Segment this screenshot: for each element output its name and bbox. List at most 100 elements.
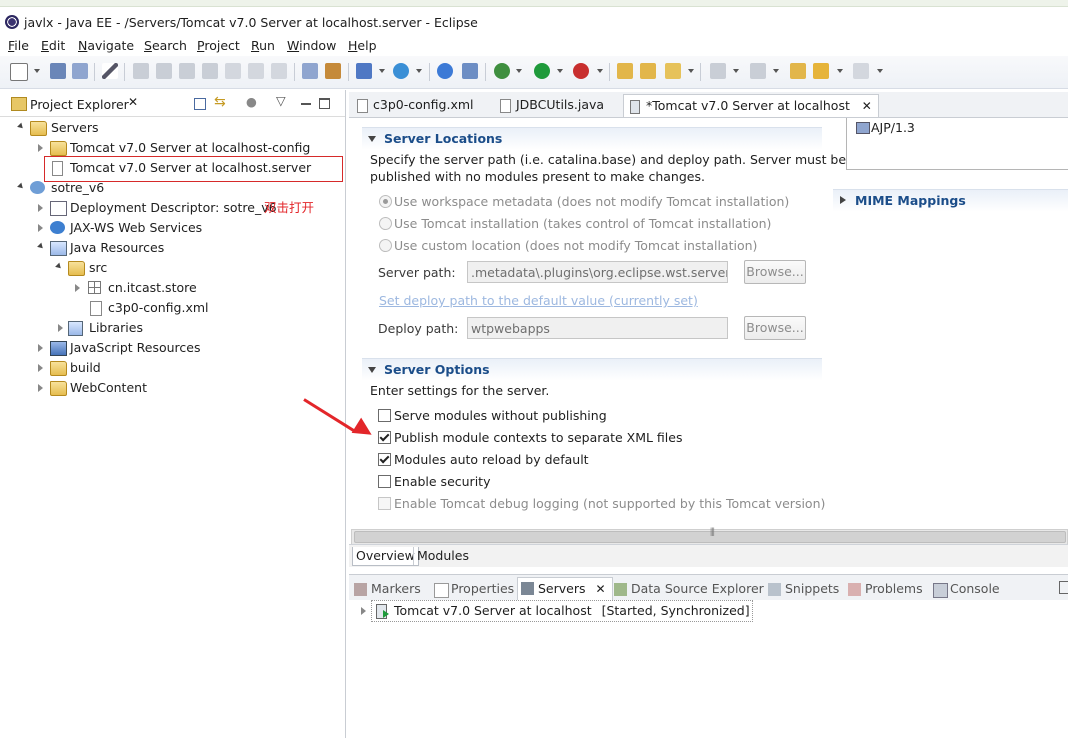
expanded-icon[interactable]	[55, 262, 63, 271]
external-tools-icon[interactable]	[573, 63, 589, 79]
open-task-icon[interactable]	[640, 63, 656, 79]
disconnect-icon[interactable]	[202, 63, 218, 79]
back-dropdown-icon[interactable]	[837, 69, 843, 73]
collapsed-icon[interactable]	[361, 607, 366, 615]
terminate-icon[interactable]	[179, 63, 195, 79]
close-icon[interactable]: ✕	[596, 582, 606, 596]
project-explorer-title[interactable]: Project Explorer	[30, 97, 129, 112]
section-mime-mappings[interactable]: MIME Mappings	[833, 189, 1068, 212]
run-dropdown-icon[interactable]	[557, 69, 563, 73]
run-icon[interactable]	[534, 63, 550, 79]
debug-icon[interactable]	[494, 63, 510, 79]
collapsed-icon[interactable]	[38, 364, 43, 372]
collapsed-icon[interactable]	[38, 204, 43, 212]
forward-icon[interactable]	[853, 63, 869, 79]
forward-dropdown-icon[interactable]	[877, 69, 883, 73]
tab-snippets[interactable]: Snippets	[765, 579, 839, 599]
use-step-filters-icon[interactable]	[302, 63, 318, 79]
web-service-dropdown-icon[interactable]	[416, 69, 422, 73]
collapse-all-icon[interactable]	[194, 98, 206, 110]
tab-c3p0-config[interactable]: c3p0-config.xml	[351, 94, 480, 116]
expanded-icon[interactable]	[17, 182, 25, 191]
view-menu-icon[interactable]	[1059, 581, 1068, 594]
tab-modules[interactable]: Modules	[413, 547, 472, 565]
view-menu-icon[interactable]: ▽	[276, 93, 286, 108]
tree-item-servers[interactable]: Servers	[0, 118, 345, 138]
tree-item-libraries[interactable]: Libraries	[0, 318, 345, 338]
new-dropdown-icon[interactable]	[34, 69, 40, 73]
menu-search[interactable]: Search	[144, 38, 187, 53]
tab-jdbcutils[interactable]: JDBCUtils.java	[494, 94, 610, 116]
tree-item-webcontent[interactable]: WebContent	[0, 378, 345, 398]
debug-dropdown-icon[interactable]	[516, 69, 522, 73]
tree-item-deployment-descriptor[interactable]: Deployment Descriptor: sotre_v6 双击打开	[0, 198, 345, 218]
external-tools-dropdown-icon[interactable]	[597, 69, 603, 73]
link-with-editor-icon[interactable]: ⇆	[214, 94, 226, 110]
checkbox-publish-separate-xml[interactable]	[378, 431, 391, 444]
minimize-icon[interactable]	[301, 103, 311, 105]
collapsed-icon[interactable]	[38, 344, 43, 352]
expanded-icon[interactable]	[368, 136, 376, 142]
tab-tomcat-server[interactable]: *Tomcat v7.0 Server at localhost ✕	[623, 94, 879, 117]
next-annotation-icon[interactable]	[710, 63, 726, 79]
last-edit-location-icon[interactable]	[790, 63, 806, 79]
section-server-locations[interactable]: Server Locations	[362, 127, 822, 150]
tab-markers[interactable]: Markers	[351, 579, 421, 599]
skip-breakpoints-icon[interactable]	[102, 63, 118, 79]
tab-overview[interactable]: Overview	[352, 547, 419, 566]
menu-window[interactable]: Window	[287, 38, 336, 53]
menu-edit[interactable]: Edit	[41, 38, 65, 53]
collapsed-icon[interactable]	[58, 324, 63, 332]
resume-icon[interactable]	[133, 63, 149, 79]
tree-item-javascript-resources[interactable]: JavaScript Resources	[0, 338, 345, 358]
tree-item-sotre-v6[interactable]: sotre_v6	[0, 178, 345, 198]
expanded-icon[interactable]	[368, 367, 376, 373]
collapsed-icon[interactable]	[38, 384, 43, 392]
close-icon[interactable]: ✕	[128, 95, 138, 109]
web-service-icon[interactable]	[393, 63, 409, 79]
open-console-icon[interactable]	[325, 63, 341, 79]
menu-file[interactable]: File	[8, 38, 29, 53]
suspend-icon[interactable]	[156, 63, 172, 79]
tab-problems[interactable]: Problems	[845, 579, 923, 599]
expanded-icon[interactable]	[37, 242, 45, 251]
collapsed-icon[interactable]	[840, 196, 846, 204]
open-perspective-icon[interactable]	[462, 63, 478, 79]
search-icon[interactable]	[665, 63, 681, 79]
collapsed-icon[interactable]	[38, 144, 43, 152]
customize-view-icon[interactable]: ●	[246, 94, 257, 109]
server-path-browse-button[interactable]: Browse...	[744, 260, 806, 284]
search-dropdown-icon[interactable]	[688, 69, 694, 73]
new-icon[interactable]	[10, 63, 28, 81]
tree-item-package[interactable]: cn.itcast.store	[0, 278, 345, 298]
collapsed-icon[interactable]	[75, 284, 80, 292]
tree-item-c3p0-config[interactable]: c3p0-config.xml	[0, 298, 345, 318]
save-icon[interactable]	[50, 63, 66, 79]
tree-item-build[interactable]: build	[0, 358, 345, 378]
tree-item-jax-ws[interactable]: JAX-WS Web Services	[0, 218, 345, 238]
previous-annotation-dropdown-icon[interactable]	[773, 69, 779, 73]
section-server-options[interactable]: Server Options	[362, 358, 822, 381]
step-return-icon[interactable]	[271, 63, 287, 79]
previous-annotation-icon[interactable]	[750, 63, 766, 79]
save-all-icon[interactable]	[72, 63, 88, 79]
checkbox-serve-without-publishing[interactable]	[378, 409, 391, 422]
checkbox-modules-auto-reload[interactable]	[378, 453, 391, 466]
tree-item-localhost-server[interactable]: Tomcat v7.0 Server at localhost.server	[0, 158, 345, 178]
menu-run[interactable]: Run	[251, 38, 275, 53]
set-default-deploy-path-link[interactable]: Set deploy path to the default value (cu…	[379, 293, 698, 308]
tree-item-src[interactable]: src	[0, 258, 345, 278]
expanded-icon[interactable]	[17, 122, 25, 131]
step-into-icon[interactable]	[225, 63, 241, 79]
menu-help[interactable]: Help	[348, 38, 377, 53]
port-ajp[interactable]: AJP/1.3	[871, 120, 915, 135]
back-icon[interactable]	[813, 63, 829, 79]
deploy-path-browse-button[interactable]: Browse...	[744, 316, 806, 340]
checkbox-enable-security[interactable]	[378, 475, 391, 488]
tab-data-source-explorer[interactable]: Data Source Explorer	[611, 579, 764, 599]
server-entry[interactable]: Tomcat v7.0 Server at localhost [Started…	[371, 600, 753, 622]
menu-project[interactable]: Project	[197, 38, 240, 53]
close-icon[interactable]: ✕	[862, 95, 872, 117]
maximize-icon[interactable]	[319, 98, 330, 109]
step-over-icon[interactable]	[248, 63, 264, 79]
